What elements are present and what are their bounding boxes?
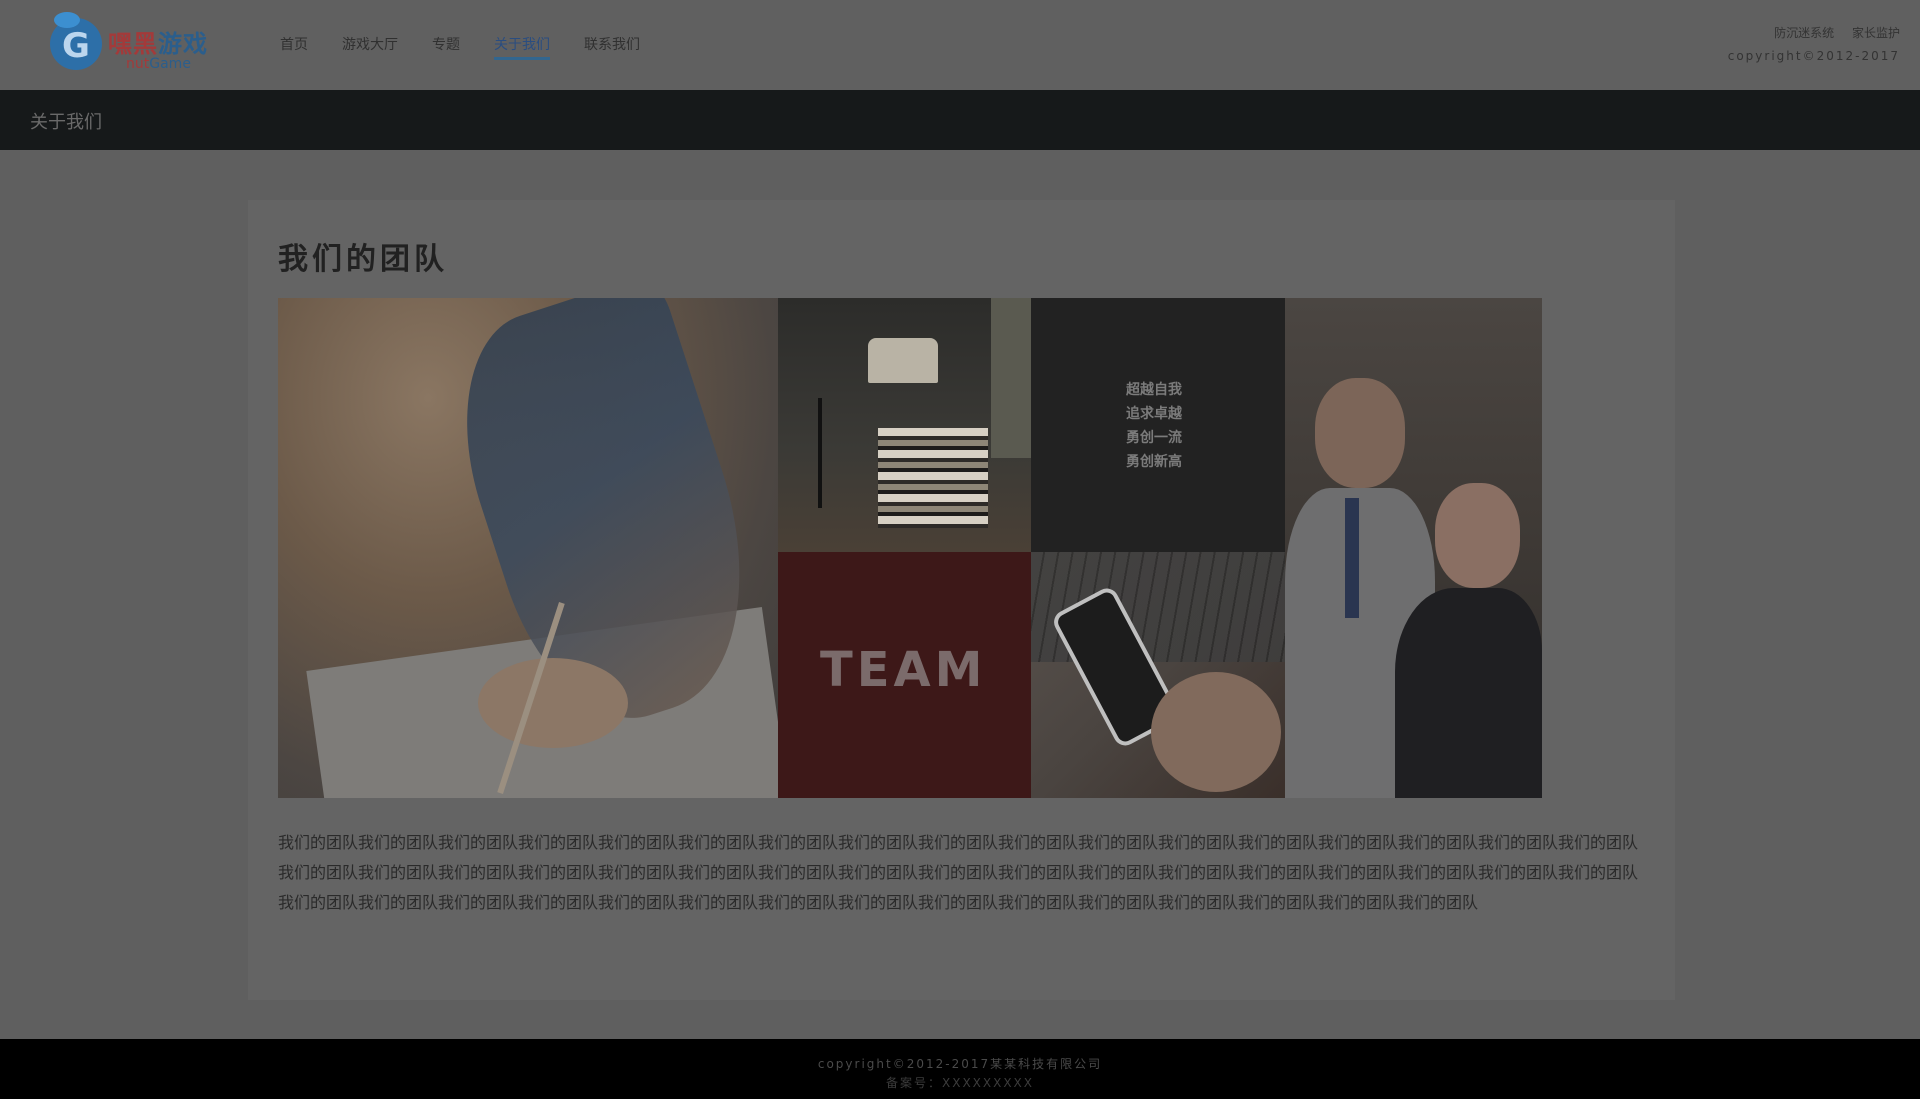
motto-tile: 超越自我 追求卓越 勇创一流 勇创新高 bbox=[1031, 298, 1285, 552]
breadcrumb-bar: 关于我们 bbox=[0, 90, 1920, 150]
site-logo[interactable]: 嘿黑游戏 nutGame bbox=[50, 12, 225, 74]
team-description: 我们的团队我们的团队我们的团队我们的团队我们的团队我们的团队我们的团队我们的团队… bbox=[278, 833, 1639, 912]
motto-line: 勇创新高 bbox=[1126, 454, 1182, 470]
motto-line: 超越自我 bbox=[1126, 382, 1182, 398]
photo-two-men bbox=[1285, 298, 1542, 798]
anti-addiction-link[interactable]: 防沉迷系统 bbox=[1774, 26, 1834, 40]
footer-copyright: copyright©2012-2017某某科技有限公司 bbox=[817, 1057, 1103, 1071]
team-tile: TEAM bbox=[778, 552, 1031, 798]
logo-text-cn: 嘿黑游戏 bbox=[108, 30, 208, 58]
parental-monitor-link[interactable]: 家长监护 bbox=[1852, 26, 1900, 40]
section-title: 我们的团队 bbox=[278, 242, 448, 277]
breadcrumb: 关于我们 bbox=[30, 112, 102, 133]
motto-line: 追求卓越 bbox=[1126, 406, 1182, 422]
team-panel: 我们的团队 超越自我 追求卓越 勇创一流 勇创新高 TEAM 我们的团队我们的团… bbox=[248, 200, 1675, 1000]
footer-icp: 备案号：XXXXXXXXX bbox=[886, 1076, 1034, 1090]
photo-writing-desk bbox=[278, 298, 778, 798]
header-copyright: copyright©2012-2017 bbox=[1727, 49, 1900, 63]
logo-text-en: nutGame bbox=[126, 56, 191, 72]
nav-game-hall[interactable]: 游戏大厅 bbox=[342, 36, 398, 60]
main-nav: 首页 游戏大厅 专题 关于我们 联系我们 bbox=[280, 36, 674, 60]
top-right-info: 防沉迷系统 家长监护 copyright©2012-2017 bbox=[1728, 24, 1900, 63]
nav-home[interactable]: 首页 bbox=[280, 36, 308, 60]
logo-mark-icon bbox=[50, 12, 102, 70]
nav-about-us[interactable]: 关于我们 bbox=[494, 36, 550, 60]
team-word: TEAM bbox=[820, 642, 987, 698]
photo-books-lamp bbox=[778, 298, 1031, 552]
site-header: 嘿黑游戏 nutGame 首页 游戏大厅 专题 关于我们 联系我们 防沉迷系统 … bbox=[0, 0, 1920, 90]
photo-phone-keyboard bbox=[1031, 552, 1285, 798]
site-footer: copyright©2012-2017某某科技有限公司 备案号：XXXXXXXX… bbox=[0, 1039, 1920, 1099]
motto-line: 勇创一流 bbox=[1126, 430, 1182, 446]
nav-contact[interactable]: 联系我们 bbox=[584, 36, 640, 60]
nav-topics[interactable]: 专题 bbox=[432, 36, 460, 60]
motto-text: 超越自我 追求卓越 勇创一流 勇创新高 bbox=[1126, 378, 1182, 474]
top-links: 防沉迷系统 家长监护 bbox=[1728, 24, 1900, 41]
team-gallery: 超越自我 追求卓越 勇创一流 勇创新高 TEAM bbox=[278, 298, 1542, 798]
